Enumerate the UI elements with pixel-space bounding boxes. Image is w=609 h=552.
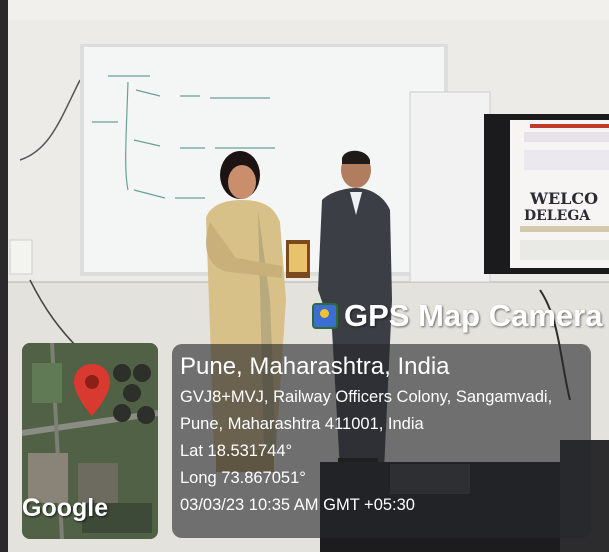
- address-line-1: GVJ8+MVJ, Railway Officers Colony, Sanga…: [180, 388, 553, 406]
- svg-text:DELEGA: DELEGA: [524, 208, 591, 224]
- gps-app-name: GPS Map Camera: [344, 298, 603, 333]
- award-plaque: [286, 240, 310, 278]
- latitude: Lat 18.531744°: [180, 442, 293, 460]
- location-city: Pune, Maharashtra, India: [180, 353, 450, 380]
- svg-text:WELCO: WELCO: [529, 189, 598, 208]
- google-map-brand: Google: [22, 494, 109, 522]
- timestamp: 03/03/23 10:35 AM GMT +05:30: [180, 496, 415, 514]
- longitude: Long 73.867051°: [180, 469, 306, 487]
- gps-app-title: GPS Map Camera: [312, 298, 602, 334]
- photo-scene: WELCO DELEGA GPS Map Camera Google Pune,…: [0, 0, 609, 552]
- location-pin-icon: [74, 364, 110, 416]
- display-screen: WELCO DELEGA: [409, 91, 609, 283]
- gps-map-camera-logo-icon: [312, 303, 338, 329]
- location-info-text: Pune, Maharashtra, India GVJ8+MVJ, Railw…: [180, 352, 552, 519]
- address-line-2: Pune, Maharashtra 411001, India: [180, 415, 424, 433]
